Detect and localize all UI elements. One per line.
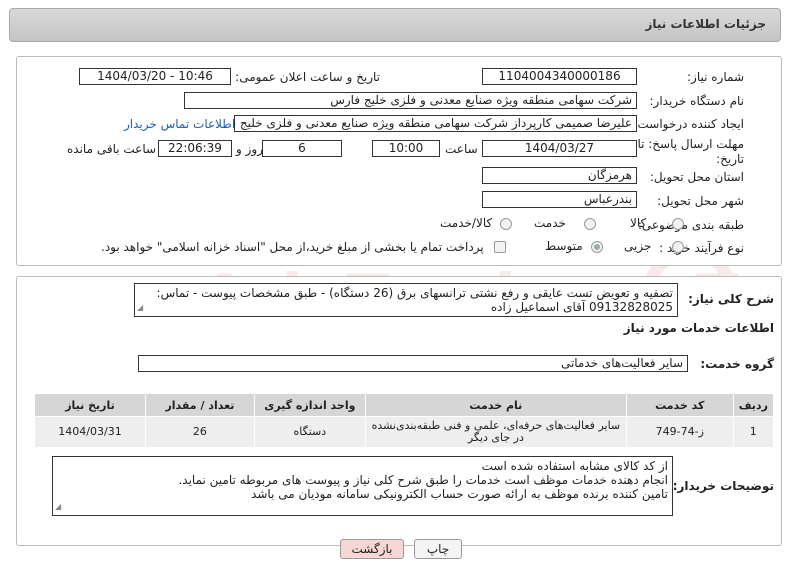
process-option-medium: متوسط bbox=[545, 239, 583, 253]
summary-textarea[interactable]: تصفیه و تعویض تست عایقی و رفع نشتی ترانس… bbox=[134, 283, 678, 317]
category-radio-goods[interactable] bbox=[672, 218, 684, 230]
category-option-goods: کالا bbox=[630, 216, 647, 230]
category-radio-goods-service[interactable] bbox=[500, 218, 512, 230]
cell-quantity: 26 bbox=[145, 416, 255, 448]
cell-unit: دستگاه bbox=[253, 416, 366, 448]
process-radio-medium[interactable] bbox=[591, 241, 603, 253]
service-group-label: گروه خدمت: bbox=[700, 357, 774, 371]
col-quantity: تعداد / مقدار bbox=[145, 393, 255, 417]
buyer-notes-textarea[interactable]: از کد کالای مشابه استفاده شده است انجام … bbox=[52, 456, 673, 516]
buyer-org-field: شرکت سهامی منطقه ویژه صنایع معدنی و فلزی… bbox=[184, 92, 637, 109]
requester-label: ایجاد کننده درخواست: bbox=[633, 117, 744, 131]
cell-need-date: 1404/03/31 bbox=[34, 416, 146, 448]
province-label: استان محل تحویل: bbox=[649, 170, 744, 184]
deadline-date-field: 1404/03/27 bbox=[482, 140, 637, 157]
category-label: طبقه بندی موضوعی: bbox=[637, 218, 744, 232]
days-label: روز و bbox=[236, 142, 263, 156]
buyer-note-line: از کد کالای مشابه استفاده شده است bbox=[481, 459, 668, 473]
need-info-panel bbox=[16, 56, 782, 266]
resize-grip-icon[interactable]: ◢ bbox=[137, 301, 143, 315]
buyer-notes-label: توضیحات خریدار: bbox=[672, 479, 774, 493]
process-radio-partial[interactable] bbox=[672, 241, 684, 253]
cell-row-number: 1 bbox=[732, 416, 775, 448]
summary-label: شرح کلی نیاز: bbox=[688, 292, 774, 306]
remaining-time-label: ساعت باقی مانده bbox=[67, 142, 157, 156]
buyer-note-line: انجام دهنده خدمات موظف است خدمات را طبق … bbox=[178, 473, 668, 487]
service-group-field: سایر فعالیت‌های خدماتی bbox=[138, 355, 688, 372]
requester-field: علیرضا صمیمی کارپرداز شرکت سهامی منطقه و… bbox=[234, 115, 637, 132]
table-row: 1 ز-74-749 سایر فعالیت‌های حرفه‌ای، علمی… bbox=[34, 416, 775, 448]
category-radio-service[interactable] bbox=[584, 218, 596, 230]
col-service-name: نام خدمت bbox=[364, 393, 627, 417]
buyer-contact-link[interactable]: اطلاعات تماس خریدار bbox=[124, 117, 235, 131]
cell-service-code: ز-74-749 bbox=[625, 416, 734, 448]
deadline-time-field: 10:00 bbox=[372, 140, 440, 157]
deadline-time-label: ساعت bbox=[445, 142, 478, 156]
page-header: جزئیات اطلاعات نیاز bbox=[9, 8, 781, 42]
deadline-label: مهلت ارسال پاسخ: تا bbox=[637, 137, 744, 151]
cell-service-name: سایر فعالیت‌های حرفه‌ای، علمی و فنی طبقه… bbox=[364, 416, 627, 448]
page-title: جزئیات اطلاعات نیاز bbox=[645, 17, 766, 31]
print-button[interactable]: چاپ bbox=[414, 539, 462, 559]
col-unit: واحد اندازه گیری bbox=[253, 393, 366, 417]
table-header-row: ردیف کد خدمت نام خدمت واحد اندازه گیری ت… bbox=[34, 393, 775, 417]
city-field: بندرعباس bbox=[482, 191, 637, 208]
announce-datetime-field: 1404/03/20 - 10:46 bbox=[79, 68, 231, 85]
days-remaining-field: 6 bbox=[262, 140, 342, 157]
services-section-title: اطلاعات خدمات مورد نیاز bbox=[623, 321, 774, 335]
col-service-code: کد خدمت bbox=[625, 393, 734, 417]
category-option-service: خدمت bbox=[534, 216, 566, 230]
col-row-number: ردیف bbox=[732, 393, 775, 417]
need-number-field: 1104004340000186 bbox=[482, 68, 637, 85]
back-button[interactable]: بازگشت bbox=[340, 539, 404, 559]
need-number-label: شماره نیاز: bbox=[687, 70, 744, 84]
summary-text: تصفیه و تعویض تست عایقی و رفع نشتی ترانس… bbox=[156, 286, 673, 314]
resize-grip-icon[interactable]: ◢ bbox=[55, 500, 61, 514]
deadline-date-sublabel: تاریخ: bbox=[716, 152, 744, 166]
buyer-note-line: تامین کننده برنده موظف به ارائه صورت حسا… bbox=[251, 487, 668, 501]
treasury-note: پرداخت تمام یا بخشی از مبلغ خرید،از محل … bbox=[101, 240, 484, 254]
treasury-checkbox[interactable] bbox=[494, 241, 506, 253]
announce-datetime-label: تاریخ و ساعت اعلان عمومی: bbox=[235, 70, 380, 84]
province-field: هرمزگان bbox=[482, 167, 637, 184]
col-need-date: تاریخ نیاز bbox=[34, 393, 146, 417]
process-option-partial: جزیی bbox=[624, 239, 652, 253]
remaining-time-field: 22:06:39 bbox=[158, 140, 232, 157]
city-label: شهر محل تحویل: bbox=[657, 194, 744, 208]
services-table: ردیف کد خدمت نام خدمت واحد اندازه گیری ت… bbox=[34, 393, 775, 448]
buyer-org-label: نام دستگاه خریدار: bbox=[649, 94, 745, 108]
category-option-goods-service: کالا/خدمت bbox=[440, 216, 493, 230]
